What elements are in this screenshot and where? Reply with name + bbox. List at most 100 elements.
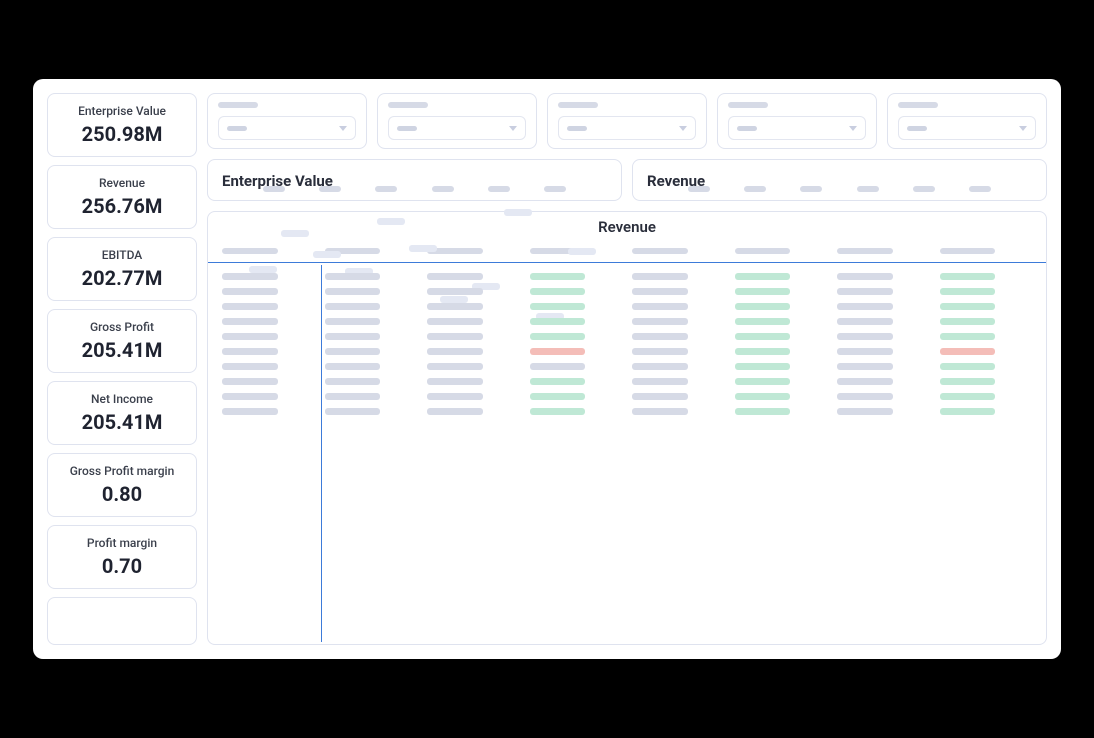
table-column (325, 271, 418, 642)
table-cell-placeholder (530, 378, 586, 385)
chevron-down-icon (679, 126, 687, 131)
table-cell-placeholder (222, 333, 278, 340)
table-cell-placeholder (632, 273, 688, 280)
table-cell-placeholder (837, 318, 893, 325)
filter-select[interactable] (728, 116, 866, 140)
column-header-placeholder (632, 248, 688, 254)
table-cell-placeholder (837, 393, 893, 400)
table-cell-placeholder (325, 288, 381, 295)
table-cell-placeholder (325, 333, 381, 340)
table-cell-placeholder (530, 363, 586, 370)
table-column (222, 271, 315, 642)
table-cell-placeholder (325, 363, 381, 370)
table-cell-placeholder (632, 333, 688, 340)
column-header-placeholder (427, 248, 483, 254)
table-cell-placeholder (632, 288, 688, 295)
filter-label-placeholder (898, 102, 938, 108)
kpi-value: 250.98M (56, 122, 188, 146)
table-cell-placeholder (837, 348, 893, 355)
filter-select[interactable] (218, 116, 356, 140)
filter-card (207, 93, 367, 149)
table-cell-placeholder (837, 288, 893, 295)
table-cell-placeholder (735, 348, 791, 355)
charts-row: Enterprise Value (207, 159, 1047, 201)
table-cell-placeholder (325, 408, 381, 415)
table-cell-placeholder (427, 273, 483, 280)
kpi-card-profit-margin[interactable]: Profit margin 0.70 (47, 525, 197, 589)
table-cell-placeholder (325, 378, 381, 385)
table-cell-placeholder (427, 393, 483, 400)
table-cell-placeholder (325, 393, 381, 400)
table-cell-placeholder (427, 378, 483, 385)
kpi-card-gross-profit-margin[interactable]: Gross Profit margin 0.80 (47, 453, 197, 517)
table-title: Revenue (208, 212, 1046, 240)
table-cell-placeholder (837, 333, 893, 340)
table-cell-placeholder (837, 408, 893, 415)
kpi-label: Gross Profit (56, 320, 188, 334)
table-cell-placeholder (530, 408, 586, 415)
dashboard: Enterprise Value 250.98M Revenue 256.76M… (33, 79, 1061, 659)
kpi-card-net-income[interactable]: Net Income 205.41M (47, 381, 197, 445)
table-cell-placeholder (940, 333, 996, 340)
table-card-revenue: Revenue (207, 211, 1047, 645)
table-cell-placeholder (940, 318, 996, 325)
table-cell-placeholder (735, 393, 791, 400)
table-body (208, 263, 1046, 644)
table-cell-placeholder (530, 273, 586, 280)
table-cell-placeholder (530, 348, 586, 355)
table-cell-placeholder (632, 378, 688, 385)
column-header-placeholder (222, 248, 278, 254)
table-cell-placeholder (222, 408, 278, 415)
kpi-card-revenue[interactable]: Revenue 256.76M (47, 165, 197, 229)
table-cell-placeholder (632, 318, 688, 325)
table-cell-placeholder (837, 378, 893, 385)
table-column (940, 271, 1033, 642)
table-cell-placeholder (735, 333, 791, 340)
filter-card (887, 93, 1047, 149)
table-cell-placeholder (427, 288, 483, 295)
filter-select[interactable] (558, 116, 696, 140)
filter-label-placeholder (728, 102, 768, 108)
filter-label-placeholder (218, 102, 258, 108)
table-cell-placeholder (940, 273, 996, 280)
table-column (837, 271, 930, 642)
table-cell-placeholder (222, 393, 278, 400)
table-cell-placeholder (735, 303, 791, 310)
table-cell-placeholder (632, 348, 688, 355)
select-value-placeholder (737, 126, 757, 131)
table-cell-placeholder (427, 363, 483, 370)
table-cell-placeholder (325, 318, 381, 325)
table-cell-placeholder (940, 288, 996, 295)
kpi-card-gross-profit[interactable]: Gross Profit 205.41M (47, 309, 197, 373)
table-cell-placeholder (940, 408, 996, 415)
table-cell-placeholder (222, 378, 278, 385)
filter-select[interactable] (898, 116, 1036, 140)
table-cell-placeholder (940, 393, 996, 400)
filter-select[interactable] (388, 116, 526, 140)
row-header-divider (321, 265, 323, 642)
select-value-placeholder (397, 126, 417, 131)
kpi-label: Profit margin (56, 536, 188, 550)
column-header-placeholder (325, 248, 381, 254)
table-cell-placeholder (222, 288, 278, 295)
table-cell-placeholder (837, 273, 893, 280)
filter-card (717, 93, 877, 149)
table-cell-placeholder (427, 348, 483, 355)
kpi-label: EBITDA (56, 248, 188, 262)
table-cell-placeholder (940, 348, 996, 355)
filter-card (377, 93, 537, 149)
table-cell-placeholder (325, 303, 381, 310)
x-axis-ticks (647, 182, 1032, 192)
table-cell-placeholder (222, 363, 278, 370)
kpi-label: Revenue (56, 176, 188, 190)
table-cell-placeholder (632, 408, 688, 415)
kpi-card-ebitda[interactable]: EBITDA 202.77M (47, 237, 197, 301)
filters-row (207, 93, 1047, 149)
table-cell-placeholder (427, 408, 483, 415)
chart-card-enterprise-value: Enterprise Value (207, 159, 622, 201)
chevron-down-icon (849, 126, 857, 131)
kpi-card-enterprise-value[interactable]: Enterprise Value 250.98M (47, 93, 197, 157)
table-cell-placeholder (632, 363, 688, 370)
chevron-down-icon (509, 126, 517, 131)
column-header-placeholder (940, 248, 996, 254)
